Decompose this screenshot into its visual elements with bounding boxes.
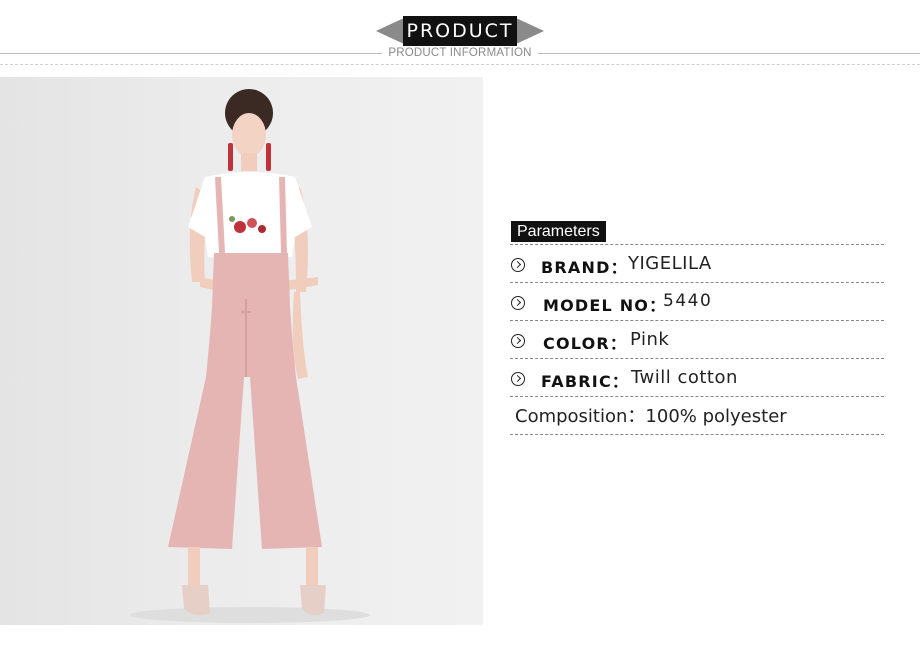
chevron-right-circle-icon [511,258,525,272]
param-row-brand: BRAND： YIGELILA [510,245,886,283]
model-figure [130,89,370,623]
header: PRODUCT PRODUCT INFORMATION [0,0,920,70]
product-information-subtitle: PRODUCT INFORMATION [382,46,538,61]
header-dashed-divider [0,64,920,65]
chevron-right-circle-icon [511,296,525,310]
banner-left-wing-icon [376,18,404,44]
param-value-fabric: Twill cotton [631,367,738,388]
param-value-color: Pink [630,329,670,350]
product-banner: PRODUCT [403,16,517,46]
param-value-brand: YIGELILA [628,253,712,274]
param-label-color: COLOR： [543,334,628,353]
row-divider [510,434,884,435]
param-row-composition: Composition：100% polyester [510,397,886,435]
param-label-model-no: MODEL NO： [543,296,667,315]
parameters-panel: Parameters BRAND： YIGELILA MODEL NO： 544… [510,219,886,439]
param-label-brand: BRAND： [541,258,628,277]
param-composition: Composition：100% polyester [515,406,787,427]
param-row-color: COLOR： Pink [510,321,886,359]
param-row-model-no: MODEL NO： 5440 [510,283,886,321]
parameters-header-row [510,207,886,245]
banner-right-wing-icon [516,18,544,44]
param-value-model-no: 5440 [663,291,713,311]
param-label-fabric: FABRIC： [541,372,630,391]
param-row-fabric: FABRIC： Twill cotton [510,359,886,397]
chevron-right-circle-icon [511,372,525,386]
product-photo [0,77,483,625]
chevron-right-circle-icon [511,334,525,348]
